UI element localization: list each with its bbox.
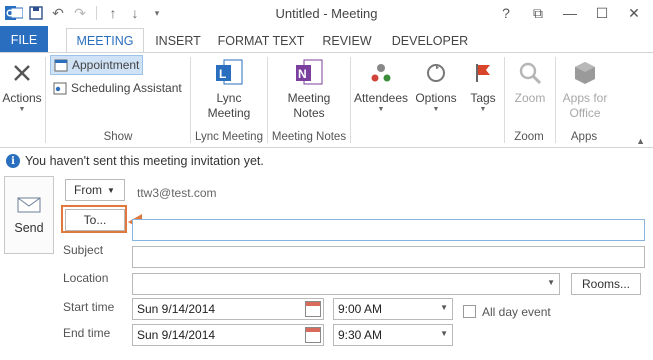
scheduling-label: Scheduling Assistant (71, 81, 182, 95)
location-field[interactable]: ▼ (132, 273, 560, 295)
tab-developer[interactable]: DEVELOPER (384, 29, 476, 53)
start-date-field[interactable]: Sun 9/14/2014 (132, 298, 324, 320)
attendees-icon (365, 57, 397, 89)
ribbon-tabs: FILE MEETING INSERT FORMAT TEXT REVIEW D… (0, 26, 653, 53)
group-separator (190, 57, 191, 143)
meeting-notes-button[interactable]: N Meeting Notes (278, 57, 340, 121)
chevron-down-icon: ▼ (432, 106, 440, 113)
zoom-group-label: Zoom (514, 131, 544, 143)
chevron-down-icon: ▼ (377, 106, 385, 113)
send-label: Send (14, 221, 44, 235)
start-date-value: Sun 9/14/2014 (137, 302, 216, 316)
scheduling-assistant-button[interactable]: Scheduling Assistant (50, 78, 185, 98)
help-icon[interactable]: ? (491, 2, 521, 24)
start-time-label: Start time (63, 300, 115, 314)
chevron-down-icon: ▼ (479, 106, 487, 113)
tags-button[interactable]: Tags ▼ (464, 57, 502, 114)
appointment-label: Appointment (72, 58, 140, 72)
collapse-ribbon-icon[interactable]: ▲ (636, 136, 645, 146)
notes-label-line2: Notes (293, 106, 325, 120)
tab-file[interactable]: FILE (0, 26, 48, 53)
calendar-icon[interactable] (305, 327, 321, 343)
rooms-button[interactable]: Rooms... (571, 273, 641, 295)
maximize-icon[interactable]: ☐ (587, 2, 617, 24)
apps-label-line2: Office (569, 106, 601, 120)
tab-review[interactable]: REVIEW (316, 29, 378, 53)
title-bar: ↶ ↷ ↑ ↓ ▾ Untitled - Meeting ? ⧉ — ☐ ✕ (0, 0, 653, 26)
ribbon-display-icon[interactable]: ⧉ (523, 2, 553, 24)
end-date-field[interactable]: Sun 9/14/2014 (132, 324, 324, 346)
group-separator (45, 57, 46, 143)
options-button[interactable]: Options ▼ (412, 57, 460, 114)
subject-field[interactable] (132, 246, 645, 268)
options-icon (420, 57, 452, 89)
attendees-button[interactable]: Attendees ▼ (352, 57, 410, 114)
location-label: Location (63, 271, 109, 285)
chevron-down-icon: ▼ (440, 303, 448, 312)
lync-label-line1: Lync (216, 91, 242, 105)
apps-label-line1: Apps for (562, 91, 608, 105)
chevron-down-icon: ▼ (547, 278, 555, 287)
zoom-label: Zoom (514, 91, 546, 105)
rooms-label: Rooms... (581, 277, 630, 291)
appointment-button[interactable]: Appointment (50, 55, 144, 75)
show-group-label: Show (103, 131, 133, 143)
info-icon: i (6, 154, 20, 168)
notes-label-line1: Meeting (287, 91, 331, 105)
end-time-label: End time (63, 326, 111, 340)
svg-text:L: L (219, 67, 226, 81)
all-day-label: All day event (482, 305, 551, 319)
lync-meeting-button[interactable]: L Lync Meeting (200, 57, 258, 121)
to-field[interactable] (132, 219, 645, 241)
chevron-down-icon: ▼ (440, 329, 448, 338)
info-bar: i You haven't sent this meeting invitati… (0, 150, 653, 172)
send-button[interactable]: Send (4, 176, 54, 254)
chevron-down-icon: ▼ (18, 106, 26, 113)
end-time-field[interactable]: 9:30 AM ▼ (333, 324, 453, 346)
scheduling-icon (53, 82, 67, 95)
tab-insert[interactable]: INSERT (150, 29, 206, 53)
lync-group-label: Lync Meeting (195, 131, 263, 143)
attendees-label: Attendees (353, 91, 409, 105)
info-message: You haven't sent this meeting invitation… (25, 154, 264, 168)
actions-label: Actions (2, 91, 42, 105)
calendar-icon (54, 59, 68, 72)
svg-text:N: N (298, 67, 307, 81)
group-separator (350, 57, 351, 143)
end-date-value: Sun 9/14/2014 (137, 328, 216, 342)
magnifier-icon (514, 57, 546, 89)
zoom-button[interactable]: Zoom (508, 57, 552, 106)
start-time-field[interactable]: 9:00 AM ▼ (333, 298, 453, 320)
lync-icon: L (213, 57, 245, 89)
from-label: From (74, 183, 102, 197)
chevron-down-icon: ▼ (107, 185, 115, 195)
close-icon[interactable]: ✕ (619, 2, 649, 24)
end-time-value: 9:30 AM (338, 328, 383, 342)
tags-label: Tags (470, 91, 496, 105)
start-time-value: 9:00 AM (338, 302, 383, 316)
calendar-icon[interactable] (305, 301, 321, 317)
from-value: ttw3@test.com (137, 186, 217, 200)
ribbon: Actions ▼ Appointment Scheduling Assista… (0, 52, 653, 148)
window-controls: ? ⧉ — ☐ ✕ (491, 2, 649, 24)
all-day-checkbox[interactable] (463, 305, 476, 318)
onenote-icon: N (293, 57, 325, 89)
subject-label: Subject (63, 243, 104, 257)
notes-group-label: Meeting Notes (271, 131, 347, 143)
options-label: Options (415, 91, 457, 105)
apps-for-office-button[interactable]: Apps for Office (558, 57, 612, 121)
actions-button[interactable]: Actions ▼ (2, 57, 42, 114)
flag-icon (467, 57, 499, 89)
lync-label-line2: Meeting (207, 106, 251, 120)
minimize-icon[interactable]: — (555, 2, 585, 24)
from-button[interactable]: From ▼ (65, 179, 125, 201)
apps-icon (569, 57, 601, 89)
to-highlight-box (61, 205, 127, 233)
envelope-icon (17, 197, 41, 213)
delete-icon (6, 57, 38, 89)
tab-format-text[interactable]: FORMAT TEXT (212, 29, 310, 53)
apps-group-label: Apps (570, 131, 598, 143)
tab-meeting[interactable]: MEETING (66, 28, 144, 53)
